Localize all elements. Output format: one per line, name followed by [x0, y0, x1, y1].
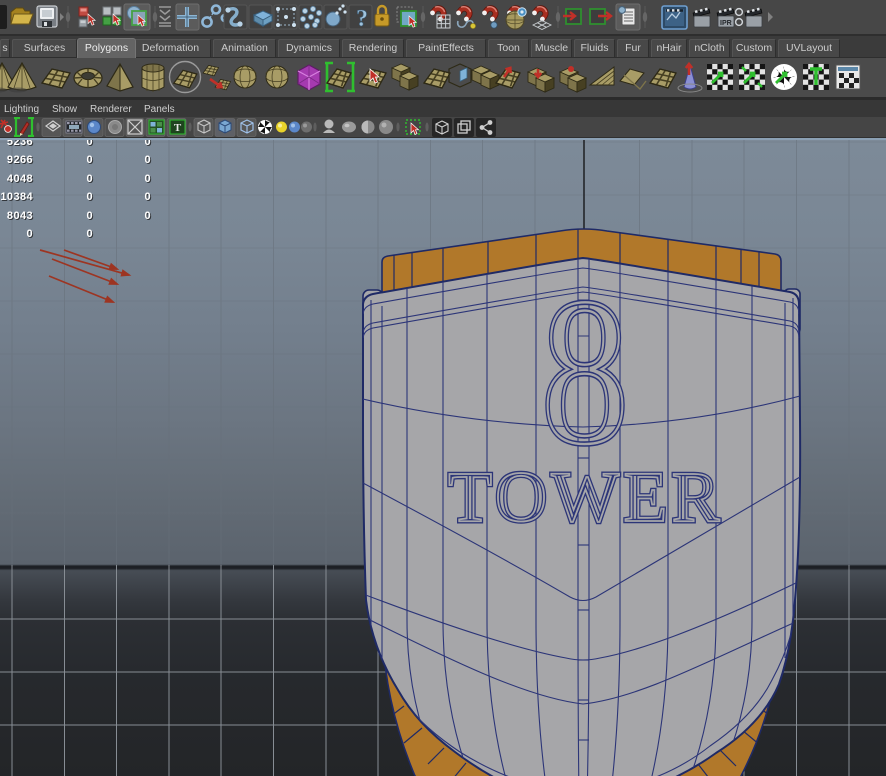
svg-text:T: T	[174, 122, 182, 134]
svg-text:IPR: IPR	[720, 20, 732, 27]
svg-text:?: ?	[356, 6, 368, 32]
svg-text:TOWER: TOWER	[448, 457, 724, 537]
svg-text:8: 8	[541, 255, 629, 488]
